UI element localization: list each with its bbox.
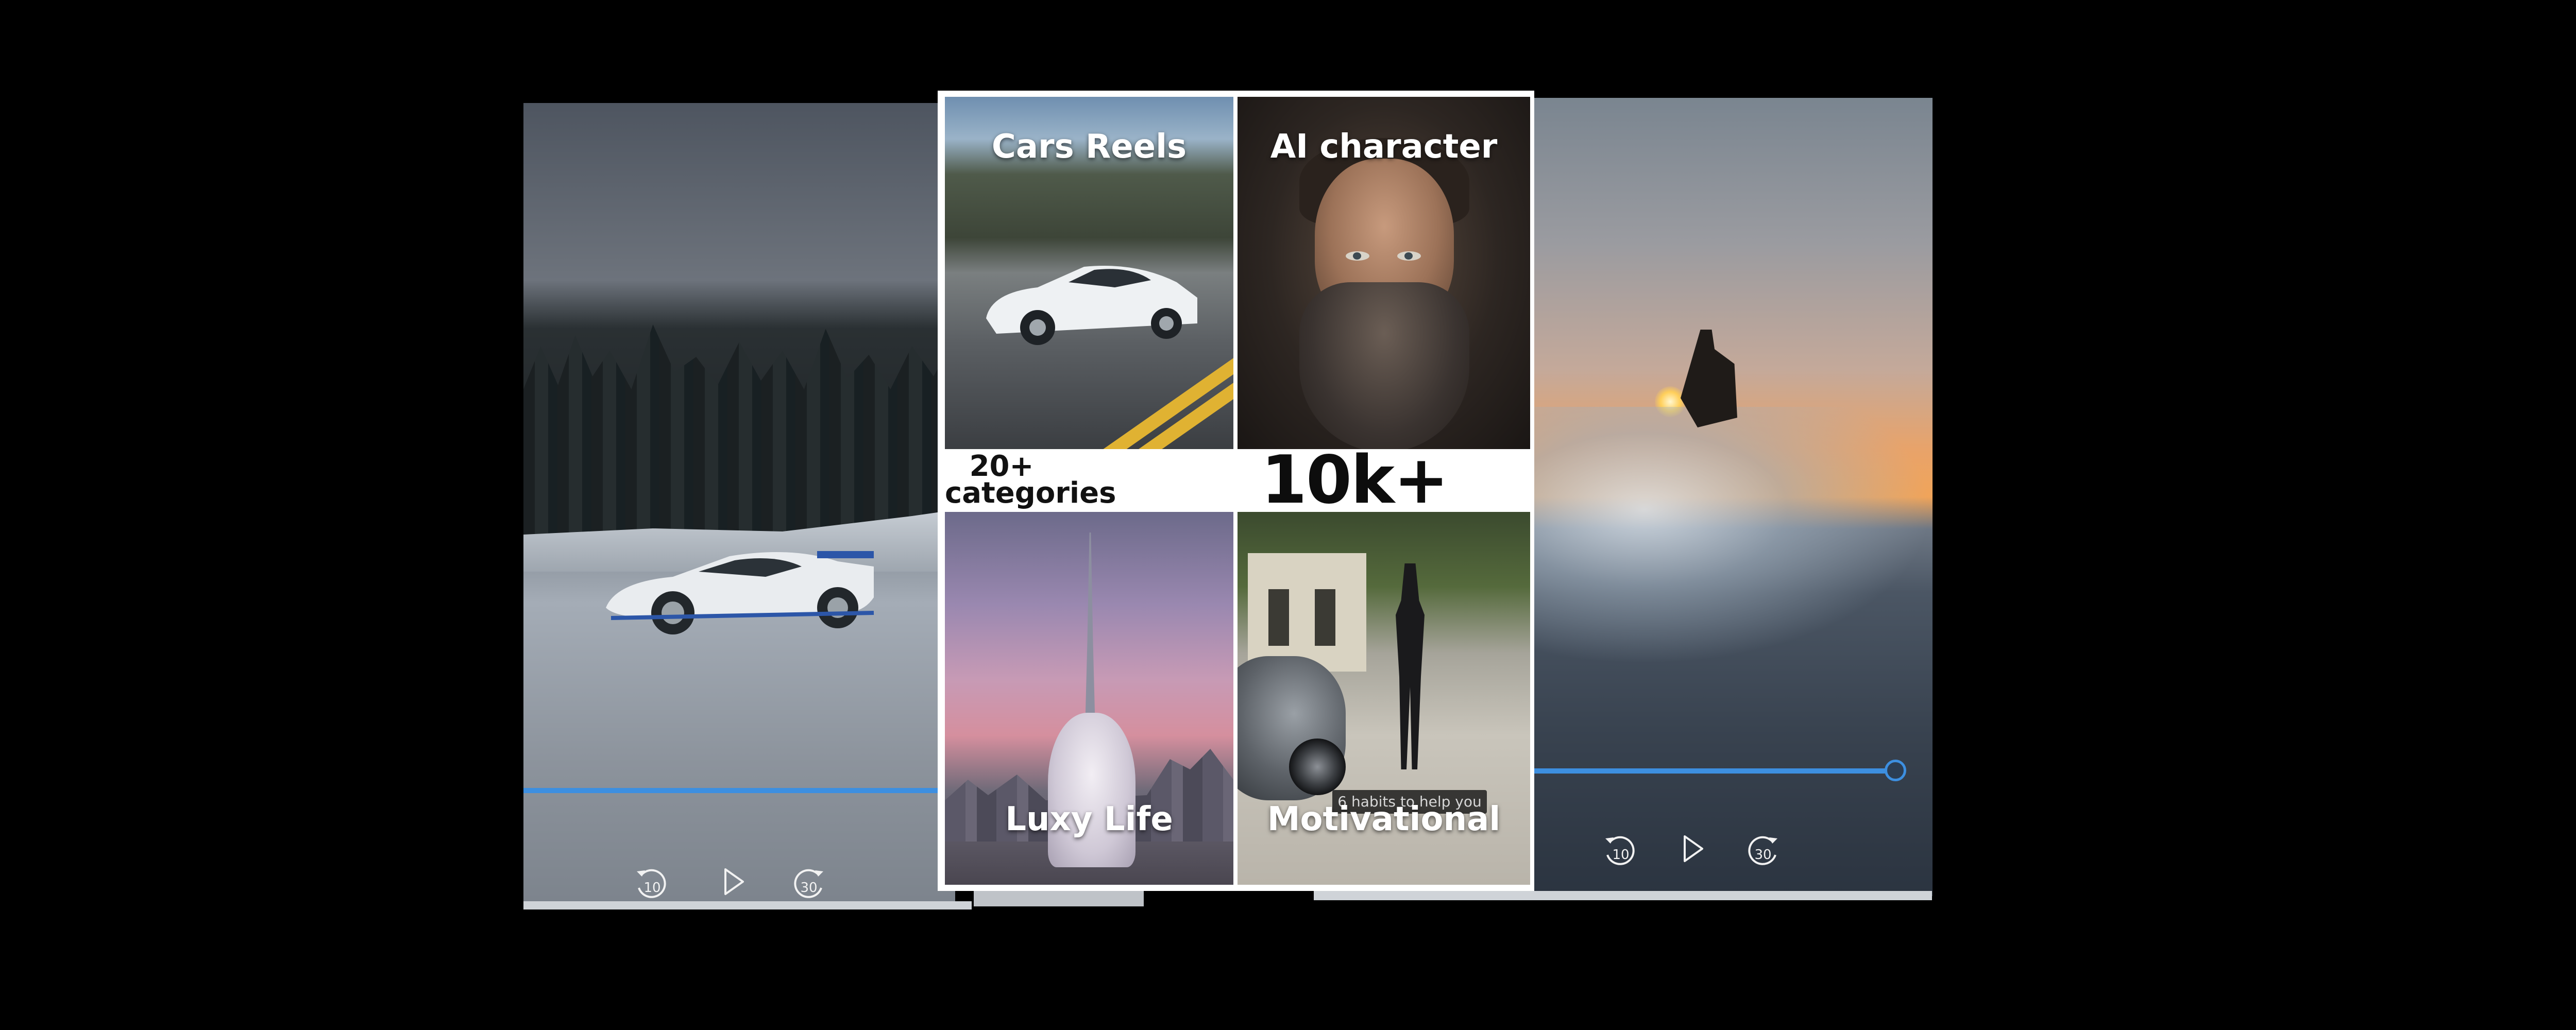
rewind-icon: 10 — [637, 869, 666, 898]
portrait-eye — [1397, 251, 1421, 261]
forward-30-button[interactable]: 30 — [1743, 828, 1785, 869]
tile-label: Motivational — [1267, 800, 1501, 838]
water-spray — [1521, 407, 1933, 664]
tile-cars-reels[interactable]: Cars Reels — [945, 97, 1233, 449]
rewind-label: 10 — [1612, 847, 1629, 863]
jetski-rider-silhouette — [1681, 330, 1737, 427]
categories-label: categories — [945, 476, 1116, 510]
forest-background — [523, 324, 955, 541]
headline-band: 20+ categories 10k+ Reels — [945, 448, 1530, 576]
right-player-edge — [1314, 891, 1932, 900]
right-progress-bar[interactable] — [1521, 768, 1896, 774]
tile-ai-character[interactable]: AI character — [1238, 97, 1530, 449]
left-video-player[interactable]: 10 30 — [523, 103, 955, 909]
right-progress-knob[interactable] — [1885, 760, 1907, 781]
reels-collage-card: Cars Reels AI character 20+ categories 1… — [938, 91, 1534, 891]
tile-label: Luxy Life — [1005, 800, 1173, 838]
tile-motivational[interactable]: 6 habits to help you Motivational — [1238, 512, 1530, 885]
forward-label: 30 — [800, 880, 817, 896]
rewind-10-button[interactable]: 10 — [1598, 828, 1639, 869]
play-button[interactable] — [1671, 828, 1713, 869]
rewind-10-button[interactable]: 10 — [630, 861, 671, 902]
rewind-label: 10 — [643, 880, 660, 896]
tile-luxy-life[interactable]: Luxy Life — [945, 512, 1233, 885]
jetski-sunset-video-frame — [1521, 98, 1933, 896]
car-wheel — [1289, 739, 1346, 795]
white-sports-car-image — [986, 266, 1197, 345]
forward-30-button[interactable]: 30 — [789, 861, 831, 902]
left-player-edge — [523, 901, 972, 909]
house — [1248, 553, 1366, 672]
forward-icon: 30 — [794, 869, 823, 898]
forward-icon: 30 — [1748, 836, 1777, 865]
portrait-beard — [1299, 282, 1469, 449]
tile-label: Cars Reels — [991, 128, 1187, 166]
forward-label: 30 — [1754, 847, 1771, 863]
white-sports-car-image — [606, 551, 874, 634]
player-edge — [974, 891, 1144, 906]
play-button[interactable] — [712, 861, 753, 902]
tile-label: AI character — [1270, 128, 1498, 166]
figures-in-robes — [1048, 713, 1136, 867]
play-icon — [1684, 835, 1703, 862]
left-progress-bar[interactable] — [523, 788, 955, 793]
right-video-player[interactable]: 10 30 — [1521, 98, 1933, 896]
portrait-eye — [1346, 251, 1369, 261]
play-icon — [724, 868, 744, 895]
rewind-icon: 10 — [1605, 836, 1635, 865]
